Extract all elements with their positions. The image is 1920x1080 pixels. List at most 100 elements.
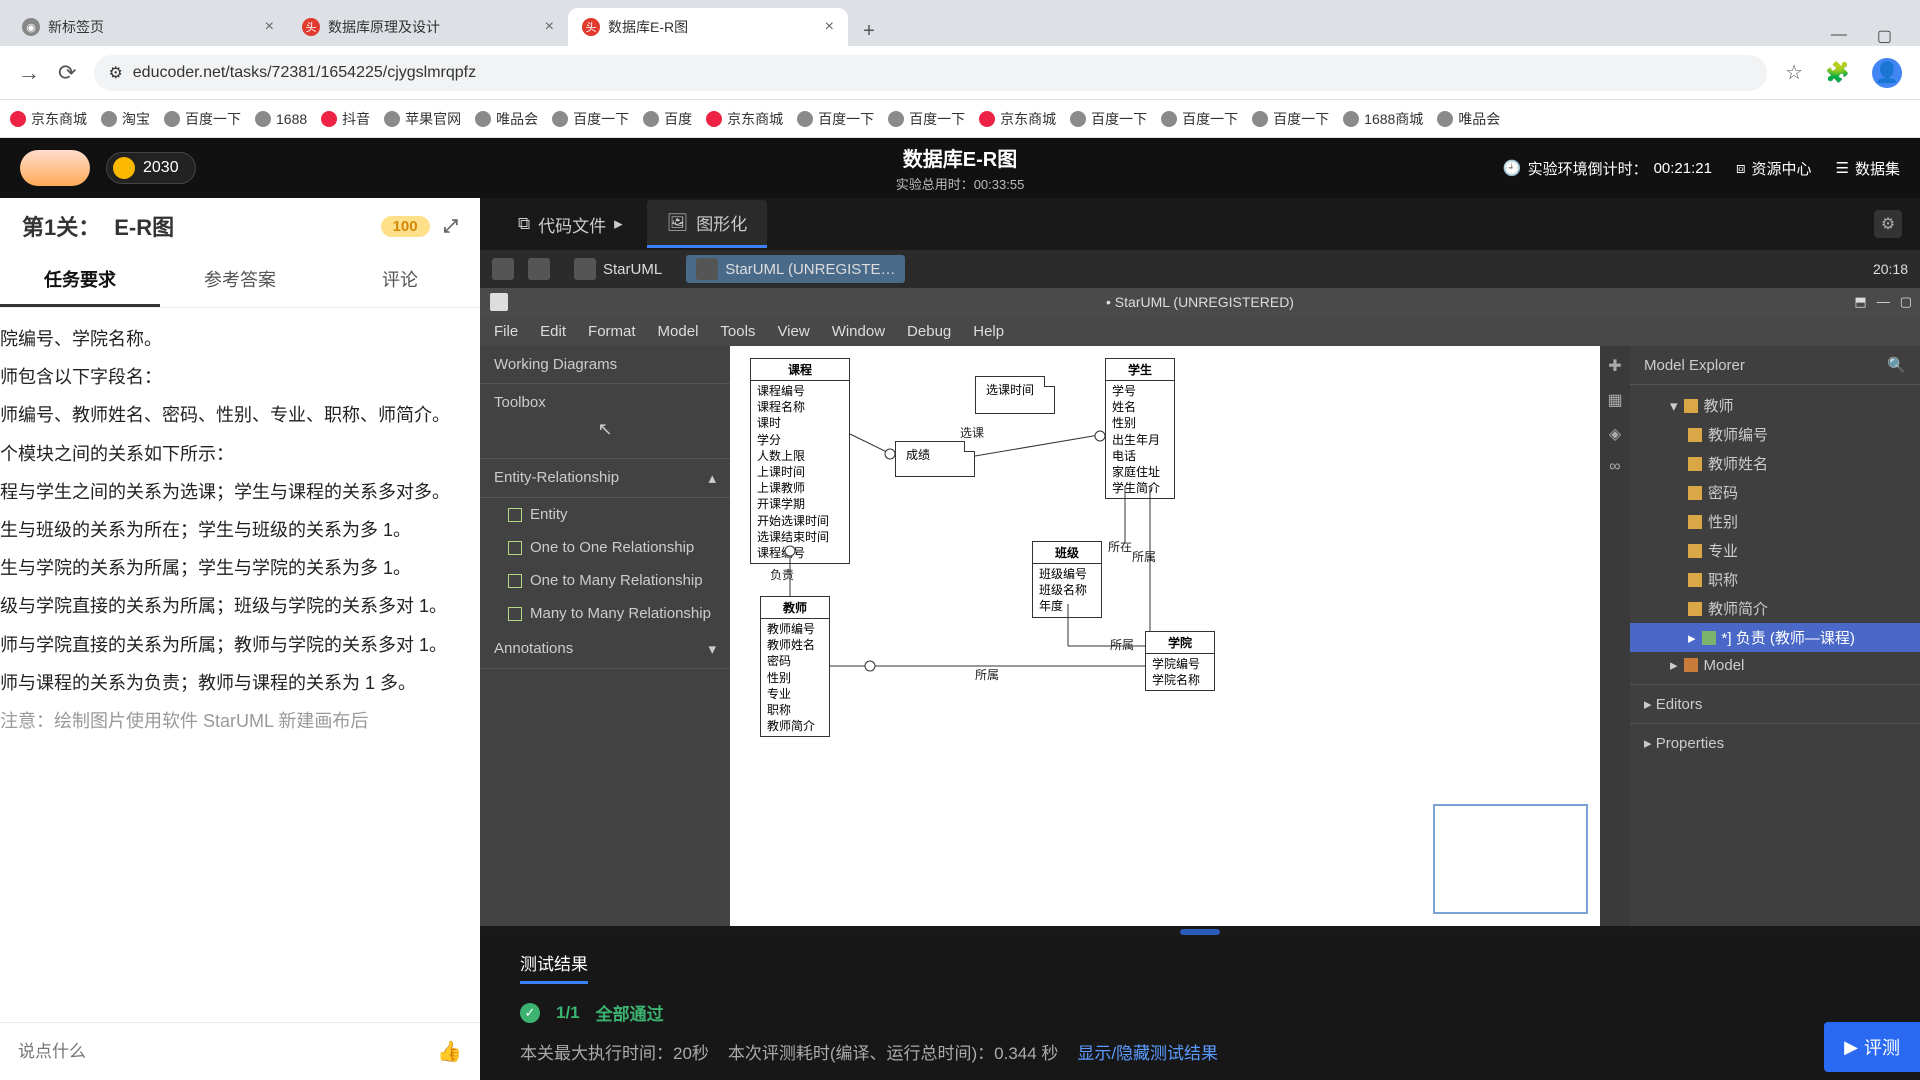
er-group-header[interactable]: Entity-Relationship▴	[480, 459, 730, 498]
browser-tab-active[interactable]: 头 数据库E-R图 ×	[568, 8, 848, 46]
results-tab[interactable]: 测试结果	[520, 950, 588, 984]
entity-class[interactable]: 班级 班级编号班级名称 年度	[1032, 541, 1102, 618]
tab-answer[interactable]: 参考答案	[160, 254, 320, 307]
grid-icon[interactable]: ▦	[1607, 390, 1622, 410]
expand-icon[interactable]: ⤢	[444, 216, 458, 237]
workspace-settings-button[interactable]: ⚙	[1874, 210, 1902, 238]
relation-score[interactable]: 成绩	[895, 441, 975, 477]
tab-graphical[interactable]: 🖼 图形化	[647, 200, 768, 248]
star-icon[interactable]: ☆	[1785, 60, 1803, 85]
reload-icon[interactable]: ⟳	[58, 60, 76, 86]
menu-view[interactable]: View	[777, 323, 809, 340]
entity-course[interactable]: 课程 课程编号课程名称 课时学分 人数上限上课时间 上课教师开课学期 开始选课时…	[750, 358, 850, 564]
tree-node[interactable]: 性别	[1630, 507, 1920, 536]
tree-node-selected[interactable]: ▸*] 负责 (教师—课程)	[1630, 623, 1920, 652]
menu-tools[interactable]: Tools	[720, 323, 755, 340]
browser-tab[interactable]: ◉ 新标签页 ×	[8, 8, 288, 46]
resize-handle[interactable]	[480, 926, 1920, 938]
comment-input[interactable]	[18, 1042, 437, 1062]
share-icon[interactable]: ∞	[1609, 458, 1620, 476]
new-tab-button[interactable]: +	[854, 16, 884, 46]
tree-node[interactable]: 专业	[1630, 536, 1920, 565]
tree-node[interactable]: ▸Model	[1630, 652, 1920, 678]
tree-node[interactable]: 教师姓名	[1630, 449, 1920, 478]
annotations-section[interactable]: Annotations▾	[480, 630, 730, 669]
menu-window[interactable]: Window	[832, 323, 885, 340]
bookmark-item[interactable]: 百度一下	[888, 109, 965, 129]
window-minimize-icon[interactable]: —	[1831, 26, 1847, 46]
bookmark-item[interactable]: 百度一下	[164, 109, 241, 129]
search-icon[interactable]: 🔍	[1887, 356, 1906, 374]
window-titlebar[interactable]: • StarUML (UNREGISTERED) ⬒ — ▢	[480, 288, 1920, 316]
bookmark-item[interactable]: 京东商城	[706, 109, 783, 129]
menu-debug[interactable]: Debug	[907, 323, 951, 340]
editors-section[interactable]: ▸ Editors	[1630, 684, 1920, 723]
menu-help[interactable]: Help	[973, 323, 1004, 340]
close-icon[interactable]: ×	[545, 18, 554, 36]
tab-comments[interactable]: 评论	[320, 254, 480, 307]
terminal-icon[interactable]	[528, 258, 550, 280]
working-diagrams-section[interactable]: Working Diagrams	[480, 346, 730, 384]
tree-node[interactable]: ▾教师	[1630, 391, 1920, 420]
menu-edit[interactable]: Edit	[540, 323, 566, 340]
taskbar-app[interactable]: StarUML	[564, 255, 672, 283]
url-input[interactable]: ⚙ educoder.net/tasks/72381/1654225/cjygs…	[94, 55, 1767, 91]
diagram-canvas[interactable]: 课程 课程编号课程名称 课时学分 人数上限上课时间 上课教师开课学期 开始选课时…	[730, 346, 1600, 926]
minimap[interactable]	[1433, 804, 1588, 914]
properties-section[interactable]: ▸ Properties	[1630, 723, 1920, 762]
apps-menu-icon[interactable]	[492, 258, 514, 280]
menu-model[interactable]: Model	[658, 323, 699, 340]
close-icon[interactable]: ×	[265, 18, 274, 36]
tool-many-to-many[interactable]: Many to Many Relationship	[480, 597, 730, 630]
bookmark-item[interactable]: 百度一下	[552, 109, 629, 129]
bookmark-item[interactable]: 抖音	[321, 109, 370, 129]
profile-avatar[interactable]: 👤	[1872, 58, 1902, 88]
bookmark-item[interactable]: 淘宝	[101, 109, 150, 129]
relation-select-time[interactable]: 选课时间	[975, 376, 1055, 414]
target-icon[interactable]: ◈	[1609, 424, 1621, 444]
bookmark-item[interactable]: 百度一下	[1252, 109, 1329, 129]
extensions-icon[interactable]: 🧩	[1825, 60, 1850, 85]
tab-requirements[interactable]: 任务要求	[0, 254, 160, 307]
resource-center-link[interactable]: ⧈ 资源中心	[1736, 158, 1812, 179]
browser-tab[interactable]: 头 数据库原理及设计 ×	[288, 8, 568, 46]
bookmark-item[interactable]: 唯品会	[1437, 109, 1500, 129]
bookmark-item[interactable]: 唯品会	[475, 109, 538, 129]
taskbar-window-active[interactable]: StarUML (UNREGISTE…	[686, 255, 905, 283]
tree-node[interactable]: 职称	[1630, 565, 1920, 594]
bookmark-item[interactable]: 百度一下	[797, 109, 874, 129]
minimize-icon[interactable]: —	[1877, 294, 1890, 310]
tool-one-to-many[interactable]: One to Many Relationship	[480, 564, 730, 597]
tree-node[interactable]: 密码	[1630, 478, 1920, 507]
toggle-results-link[interactable]: 显示/隐藏测试结果	[1077, 1044, 1218, 1063]
toolbox-section[interactable]: Toolbox ↖	[480, 384, 730, 459]
maximize-icon[interactable]: ▢	[1900, 294, 1912, 310]
dataset-link[interactable]: ☰ 数据集	[1836, 158, 1900, 179]
bookmark-item[interactable]: 京东商城	[979, 109, 1056, 129]
thumbs-up-icon[interactable]: 👍	[437, 1039, 462, 1064]
forward-icon[interactable]: →	[18, 60, 40, 86]
puzzle-icon[interactable]: ✚	[1608, 356, 1621, 376]
entity-teacher[interactable]: 教师 教师编号教师姓名 密码性别 专业职称 教师简介	[760, 596, 830, 737]
cursor-icon[interactable]: ↖	[494, 411, 716, 448]
tool-one-to-one[interactable]: One to One Relationship	[480, 531, 730, 564]
bookmark-item[interactable]: 1688	[255, 111, 307, 127]
entity-student[interactable]: 学生 学号姓名 性别出生年月 电话家庭住址 学生简介	[1105, 358, 1175, 499]
site-info-icon[interactable]: ⚙	[108, 63, 122, 83]
menu-format[interactable]: Format	[588, 323, 636, 340]
menu-file[interactable]: File	[494, 323, 518, 340]
entity-college[interactable]: 学院 学院编号学院名称	[1145, 631, 1215, 691]
bookmark-item[interactable]: 苹果官网	[384, 109, 461, 129]
restore-icon[interactable]: ⬒	[1854, 294, 1866, 310]
evaluate-button[interactable]: ▶ 评测	[1824, 1022, 1920, 1072]
window-maximize-icon[interactable]: ▢	[1877, 26, 1892, 46]
bookmark-item[interactable]: 京东商城	[10, 109, 87, 129]
tool-entity[interactable]: Entity	[480, 498, 730, 531]
bookmark-item[interactable]: 百度一下	[1070, 109, 1147, 129]
bookmark-item[interactable]: 百度一下	[1161, 109, 1238, 129]
bookmark-item[interactable]: 1688商城	[1343, 109, 1423, 129]
tree-node[interactable]: 教师简介	[1630, 594, 1920, 623]
bookmark-item[interactable]: 百度	[643, 109, 692, 129]
close-icon[interactable]: ×	[825, 18, 834, 36]
coin-counter[interactable]: 2030	[106, 152, 196, 184]
